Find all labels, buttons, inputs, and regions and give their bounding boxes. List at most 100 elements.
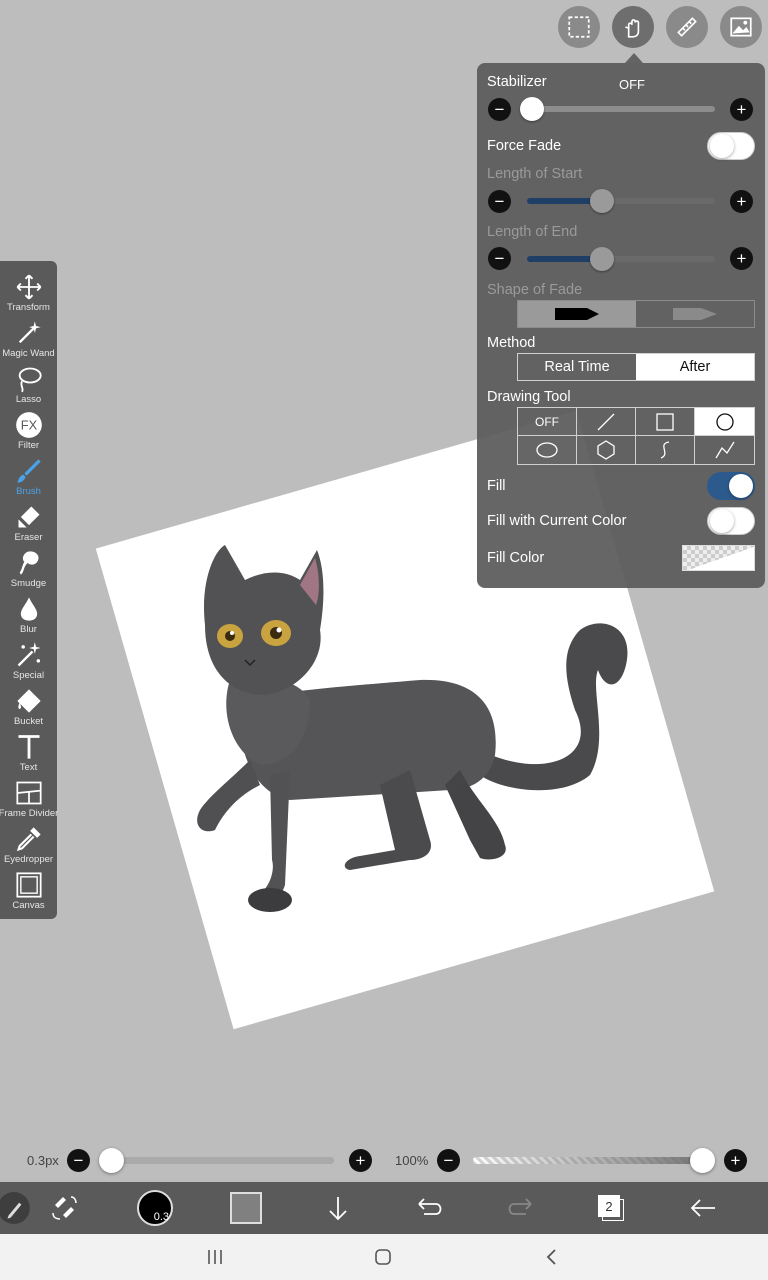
- tool-magic-wand[interactable]: Magic Wand: [0, 317, 57, 363]
- tool-label: Blur: [20, 624, 37, 635]
- opacity-plus-button[interactable]: +: [724, 1149, 747, 1172]
- shape-of-fade-label: Shape of Fade: [487, 282, 583, 298]
- drawing-tool-circle-option[interactable]: [695, 408, 754, 436]
- system-back-button[interactable]: [537, 1244, 567, 1270]
- opacity-minus-button[interactable]: −: [437, 1149, 460, 1172]
- selection-icon: [568, 16, 590, 38]
- rectangle-icon: [656, 412, 674, 431]
- drawing-tool-line-option[interactable]: [577, 408, 636, 436]
- opacity-value: 100%: [395, 1153, 429, 1168]
- brush-size-minus-button[interactable]: −: [67, 1149, 90, 1172]
- tool-label: Magic Wand: [2, 348, 55, 359]
- home-button[interactable]: [368, 1244, 398, 1270]
- stabilizer-value: OFF: [619, 77, 645, 92]
- stabilizer-plus-button[interactable]: +: [730, 98, 753, 121]
- tool-smudge[interactable]: Smudge: [0, 547, 57, 593]
- tool-label: Brush: [16, 486, 41, 497]
- length-start-minus-button[interactable]: −: [488, 190, 511, 213]
- layers-button[interactable]: 2: [594, 1182, 628, 1234]
- opacity-knob[interactable]: [690, 1148, 715, 1173]
- special-wand-icon: [17, 642, 41, 667]
- stabilizer-label: Stabilizer: [487, 74, 547, 90]
- primary-color-button[interactable]: 0.3: [136, 1182, 174, 1234]
- primary-color-swatch: 0.3: [137, 1190, 173, 1226]
- hand-pointer-icon-button[interactable]: [612, 6, 654, 48]
- tool-label: Eraser: [14, 532, 43, 543]
- sharp-fade-icon: [555, 308, 599, 320]
- left-toolbar: Transform Magic Wand Lasso FX Filter Bru…: [0, 261, 58, 919]
- drawing-tool-rectangle-option[interactable]: [636, 408, 695, 436]
- tool-transform[interactable]: Transform: [0, 271, 57, 317]
- tool-text[interactable]: Text: [0, 731, 57, 777]
- force-fade-label: Force Fade: [487, 138, 562, 154]
- brush-size-slider[interactable]: [100, 1157, 334, 1164]
- length-start-knob[interactable]: [590, 189, 614, 213]
- tool-canvas[interactable]: Canvas: [0, 869, 57, 915]
- undo-button[interactable]: [412, 1182, 446, 1234]
- length-end-minus-button[interactable]: −: [488, 247, 511, 270]
- image-icon: [730, 17, 752, 37]
- back-button[interactable]: [686, 1182, 720, 1234]
- brush-icon: [16, 459, 41, 483]
- tool-eyedropper[interactable]: Eyedropper: [0, 823, 57, 869]
- tool-label: Smudge: [10, 578, 47, 589]
- drawing-tool-grid: OFF: [517, 407, 755, 465]
- tool-lasso[interactable]: Lasso: [0, 363, 57, 409]
- stabilizer-knob[interactable]: [520, 97, 544, 121]
- tool-special[interactable]: Special: [0, 639, 57, 685]
- drawing-tool-polyline-option[interactable]: [695, 436, 754, 464]
- shape-of-fade-selector[interactable]: [517, 300, 755, 328]
- drawing-tool-polygon-option[interactable]: [577, 436, 636, 464]
- hand-pointer-icon: [625, 19, 640, 38]
- brush-eraser-swap-icon: [52, 1196, 77, 1220]
- recent-apps-button[interactable]: [200, 1244, 230, 1270]
- lasso-icon: [18, 367, 42, 393]
- swap-tools-button[interactable]: [48, 1182, 80, 1234]
- length-start-plus-button[interactable]: +: [730, 190, 753, 213]
- length-end-plus-button[interactable]: +: [730, 247, 753, 270]
- canvas-icon: [15, 872, 42, 898]
- drawing-tool-label: Drawing Tool: [487, 389, 571, 405]
- download-button[interactable]: [322, 1182, 354, 1234]
- pen-icon-button[interactable]: [0, 1182, 32, 1234]
- force-fade-toggle[interactable]: [707, 132, 755, 160]
- secondary-color-button[interactable]: [228, 1182, 264, 1234]
- tool-frame-divider[interactable]: Frame Divider: [0, 777, 58, 823]
- fill-toggle[interactable]: [707, 472, 755, 500]
- image-icon-button[interactable]: [720, 6, 762, 48]
- length-start-slider[interactable]: [527, 198, 715, 204]
- fade-shape-soft-option[interactable]: [636, 301, 754, 327]
- drawing-tool-off-option[interactable]: OFF: [518, 408, 577, 436]
- svg-text:FX: FX: [20, 418, 37, 433]
- fill-color-swatch[interactable]: [682, 545, 755, 571]
- length-of-end-label: Length of End: [487, 224, 578, 240]
- stabilizer-slider[interactable]: [527, 106, 715, 112]
- opacity-slider[interactable]: [473, 1157, 713, 1164]
- length-end-knob[interactable]: [590, 247, 614, 271]
- fill-with-current-color-toggle[interactable]: [707, 507, 755, 535]
- redo-button[interactable]: [504, 1182, 538, 1234]
- eraser-icon: [18, 506, 39, 528]
- brush-size-plus-button[interactable]: +: [349, 1149, 372, 1172]
- fade-shape-sharp-option[interactable]: [518, 301, 636, 327]
- method-after-option[interactable]: After: [636, 354, 754, 380]
- tool-filter[interactable]: FX Filter: [0, 409, 57, 455]
- tool-eraser[interactable]: Eraser: [0, 501, 57, 547]
- selection-icon-button[interactable]: [558, 6, 600, 48]
- ruler-icon-button[interactable]: [666, 6, 708, 48]
- tool-bucket[interactable]: Bucket: [0, 685, 57, 731]
- tool-blur[interactable]: Blur: [0, 593, 57, 639]
- arrow-down-icon: [329, 1197, 347, 1221]
- brush-size-knob[interactable]: [99, 1148, 124, 1173]
- transparent-slash: [688, 546, 754, 570]
- length-end-slider[interactable]: [527, 256, 715, 262]
- drawing-tool-ellipse-option[interactable]: [518, 436, 577, 464]
- hexagon-icon: [597, 440, 615, 460]
- method-real-time-option[interactable]: Real Time: [518, 354, 636, 380]
- tool-brush[interactable]: Brush: [0, 455, 57, 501]
- stabilizer-minus-button[interactable]: −: [488, 98, 511, 121]
- method-selector[interactable]: Real Time After: [517, 353, 755, 381]
- recent-apps-icon: [208, 1250, 222, 1264]
- curve-icon: [660, 441, 670, 459]
- drawing-tool-curve-option[interactable]: [636, 436, 695, 464]
